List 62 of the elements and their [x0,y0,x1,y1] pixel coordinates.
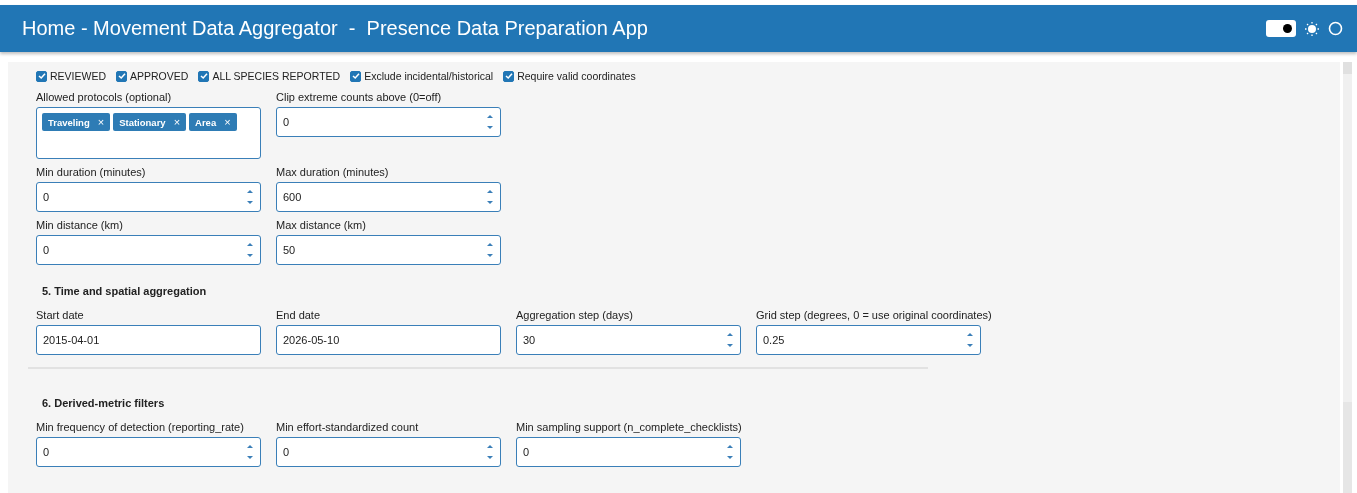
checkbox-label: Require valid coordinates [517,70,636,82]
field-label: Max duration (minutes) [276,166,389,180]
field-label: Grid step (degrees, 0 = use original coordinates) [756,309,992,323]
checkbox[interactable] [116,70,127,82]
checkbox-label: REVIEWED [50,70,106,82]
checkbox[interactable] [36,70,47,82]
number-input[interactable]: 0 [36,235,261,265]
scrollbar[interactable] [1343,62,1352,493]
checkbox-label: ALL SPECIES REPORTED [212,70,341,82]
spinner-icon[interactable] [486,112,494,132]
app-title: Home - Movement Data Aggregator - Presence Data Preparation App [22,17,649,40]
section-heading: 5. Time and spatial aggregation [41,285,208,297]
field-label: Min duration (minutes) [36,166,146,180]
sun-icon[interactable] [1304,20,1320,37]
spinner-icon[interactable] [966,330,974,350]
number-input[interactable]: 0.25 [756,325,981,355]
field-label: End date [276,309,321,323]
tag-label: Area [195,116,217,128]
theme-toggle[interactable] [1266,20,1296,37]
remove-icon[interactable]: × [224,116,231,128]
field-label: Start date [36,309,84,323]
spinner-icon[interactable] [486,442,494,462]
checkbox-label: Exclude incidental/historical [364,70,494,82]
field-label: Min frequency of detection (reporting_rate) [36,421,244,435]
checkbox[interactable] [198,70,210,82]
remove-icon[interactable]: × [97,116,105,128]
tag-chip[interactable]: Area × [189,113,237,131]
field-label: Min effort-standardized count [276,421,419,435]
field-label: Max distance (km) [276,219,366,233]
number-input[interactable]: 600 [276,182,501,212]
tag-chip[interactable]: Stationary × [113,113,187,131]
checkbox[interactable] [350,70,362,82]
date-input[interactable]: 2026-05-10 [276,325,501,355]
field-label: Min distance (km) [36,219,123,233]
spinner-icon[interactable] [726,330,734,350]
spinner-icon[interactable] [246,442,254,462]
number-input[interactable]: 0 [276,107,501,137]
checkbox-label: APPROVED [130,70,189,82]
spinner-icon[interactable] [246,240,254,260]
number-input[interactable]: 0 [36,437,261,467]
spinner-icon[interactable] [486,187,494,207]
number-input[interactable]: 0 [516,437,741,467]
circle-icon[interactable] [1328,21,1343,36]
field-label: Min sampling support (n_complete_checklists) [516,421,742,435]
spinner-icon[interactable] [486,240,494,260]
field-label: Allowed protocols (optional) [36,91,172,105]
checkbox[interactable] [503,70,515,82]
spinner-icon[interactable] [726,442,734,462]
field-label: Aggregation step (days) [516,309,633,323]
number-input[interactable]: 30 [516,325,741,355]
date-input[interactable]: 2015-04-01 [36,325,261,355]
field-label: Clip extreme counts above (0=off) [276,91,442,105]
number-input[interactable]: 50 [276,235,501,265]
tag-label: Traveling [48,116,90,128]
remove-icon[interactable]: × [173,116,181,128]
spinner-icon[interactable] [246,187,254,207]
tag-chip[interactable]: Traveling × [42,113,111,131]
number-input[interactable]: 0 [36,182,261,212]
section-heading: 6. Derived-metric filters [41,397,166,409]
number-input[interactable]: 0 [276,437,501,467]
tag-select[interactable]: Traveling × Stationary × Area × [36,107,261,159]
tag-label: Stationary [119,116,166,128]
